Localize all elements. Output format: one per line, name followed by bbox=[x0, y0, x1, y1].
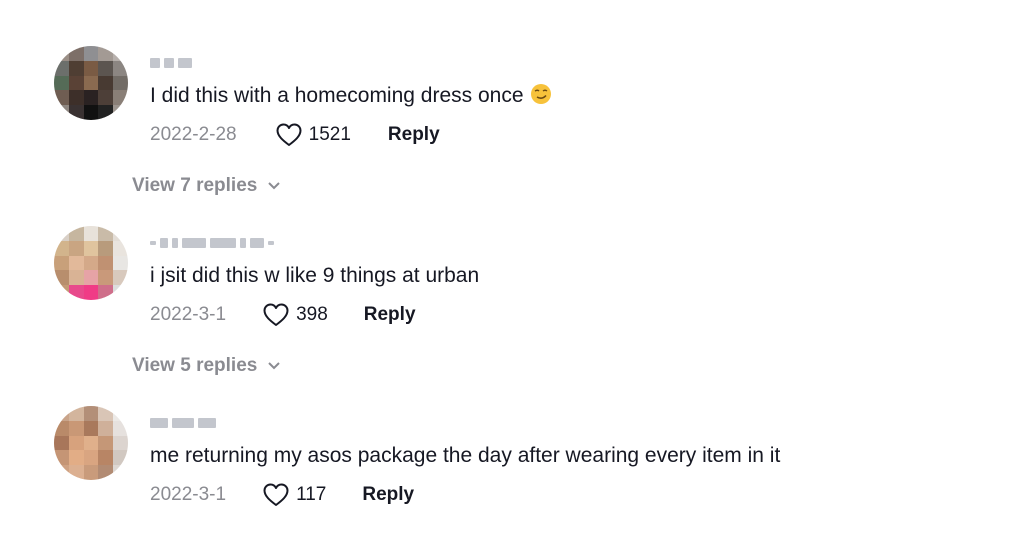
like-button[interactable]: 117 bbox=[262, 482, 326, 508]
avatar[interactable] bbox=[54, 46, 128, 120]
comment-text: i jsit did this w like 9 things at urban bbox=[150, 264, 480, 287]
chevron-down-icon[interactable] bbox=[267, 181, 281, 191]
comment-meta: 2022-2-28 1521 Reply bbox=[150, 121, 440, 149]
comment-date: 2022-3-1 bbox=[150, 484, 227, 505]
avatar[interactable] bbox=[54, 406, 128, 480]
reply-button[interactable]: Reply bbox=[364, 304, 416, 326]
like-count: 398 bbox=[296, 304, 328, 325]
like-count: 117 bbox=[296, 484, 327, 505]
reply-button[interactable]: Reply bbox=[362, 484, 414, 506]
comment-meta: 2022-3-1 398 Reply bbox=[150, 301, 416, 329]
view-replies-button[interactable]: View 7 replies bbox=[132, 175, 281, 197]
username-blurred[interactable] bbox=[150, 236, 274, 250]
heart-outline-icon[interactable] bbox=[262, 302, 290, 328]
comment-text: me returning my asos package the day aft… bbox=[150, 444, 781, 467]
like-button[interactable]: 1521 bbox=[275, 122, 351, 148]
view-replies-label[interactable]: View 5 replies bbox=[132, 355, 257, 377]
heart-outline-icon[interactable] bbox=[275, 122, 303, 148]
view-replies-label[interactable]: View 7 replies bbox=[132, 175, 257, 197]
comment-date: 2022-2-28 bbox=[150, 124, 237, 145]
chevron-down-icon[interactable] bbox=[267, 361, 281, 371]
reply-button[interactable]: Reply bbox=[388, 124, 440, 146]
smirking-face-emoji bbox=[530, 84, 551, 104]
avatar[interactable] bbox=[54, 226, 128, 300]
like-count: 1521 bbox=[308, 124, 351, 145]
like-button[interactable]: 398 bbox=[262, 302, 328, 328]
username-blurred[interactable] bbox=[150, 56, 192, 70]
heart-outline-icon[interactable] bbox=[262, 482, 290, 508]
comment-date: 2022-3-1 bbox=[150, 304, 227, 325]
comment-text: I did this with a homecoming dress once bbox=[150, 83, 552, 109]
username-blurred[interactable] bbox=[150, 416, 216, 430]
view-replies-button[interactable]: View 5 replies bbox=[132, 355, 281, 377]
comment-meta: 2022-3-1 117 Reply bbox=[150, 481, 414, 509]
